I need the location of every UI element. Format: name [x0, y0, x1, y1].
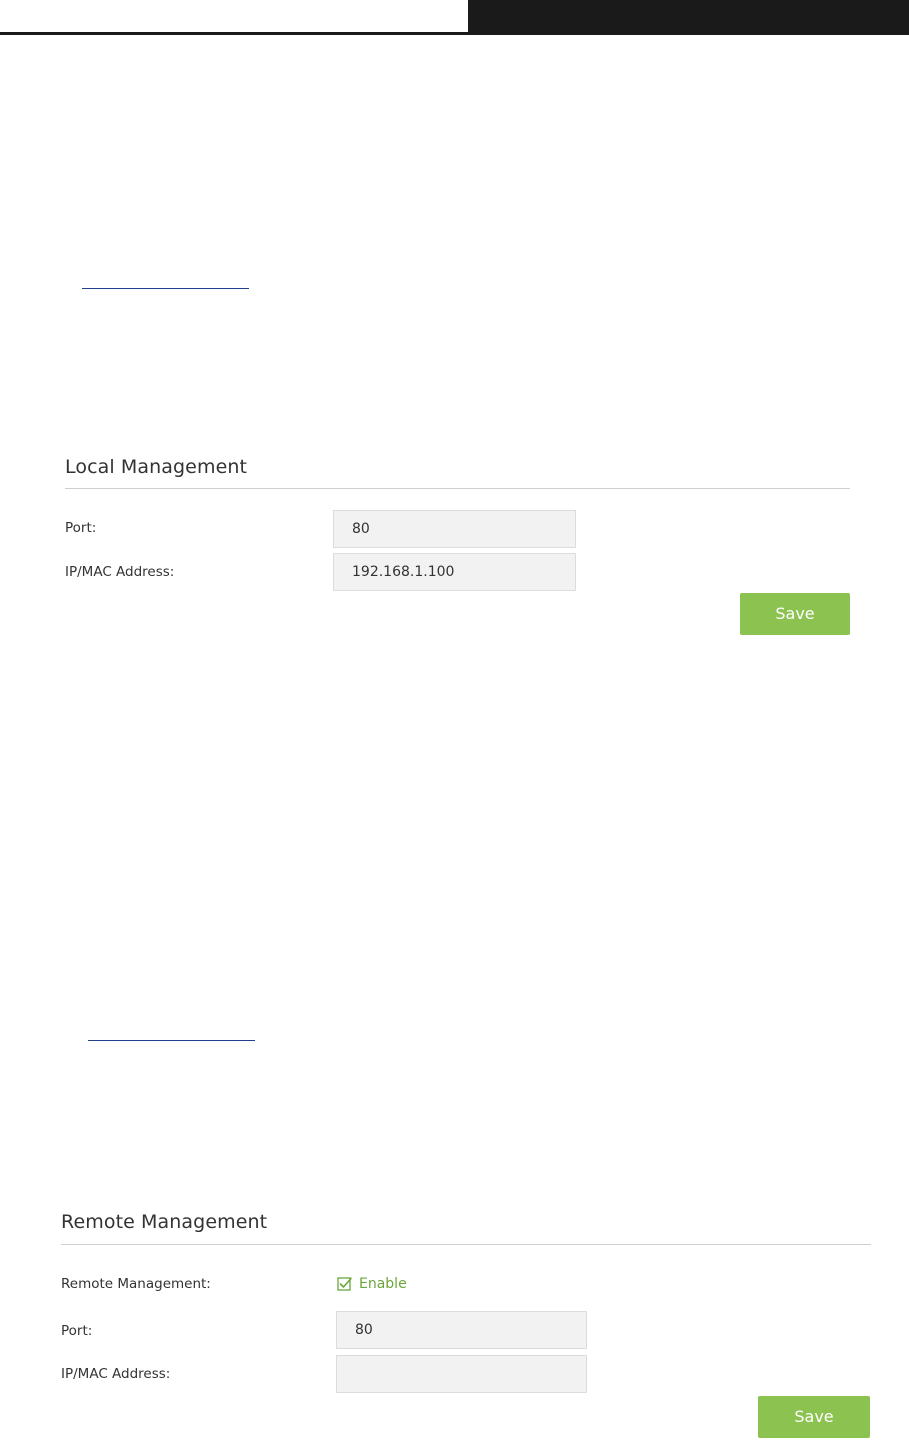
local-save-button[interactable]: Save [740, 593, 850, 635]
link-underline-bottom [88, 1040, 255, 1041]
local-management-title: Local Management [65, 456, 248, 478]
remote-management-panel: Remote Management Remote Management: Ena… [61, 1211, 871, 1443]
remote-enable-checkbox[interactable]: Enable [337, 1276, 407, 1292]
remote-ipmac-label: IP/MAC Address: [61, 1366, 171, 1382]
header-dark-block [468, 0, 909, 32]
local-port-label: Port: [65, 520, 97, 536]
remote-port-input[interactable]: 80 [336, 1311, 587, 1349]
local-management-divider [65, 488, 850, 489]
local-port-input[interactable]: 80 [333, 510, 576, 548]
remote-management-divider [61, 1244, 871, 1245]
header-rule [0, 32, 909, 35]
remote-management-label: Remote Management: [61, 1276, 211, 1292]
local-ipmac-label: IP/MAC Address: [65, 564, 175, 580]
link-underline-top [82, 288, 249, 289]
remote-ipmac-input[interactable] [336, 1355, 587, 1393]
remote-enable-label: Enable [359, 1276, 407, 1292]
local-ipmac-input[interactable]: 192.168.1.100 [333, 553, 576, 591]
remote-port-label: Port: [61, 1323, 93, 1339]
remote-save-button[interactable]: Save [758, 1396, 870, 1438]
checkbox-checked-icon [337, 1277, 352, 1291]
local-management-panel: Local Management Port: 80 IP/MAC Address… [65, 456, 850, 636]
remote-management-title: Remote Management [61, 1211, 268, 1233]
